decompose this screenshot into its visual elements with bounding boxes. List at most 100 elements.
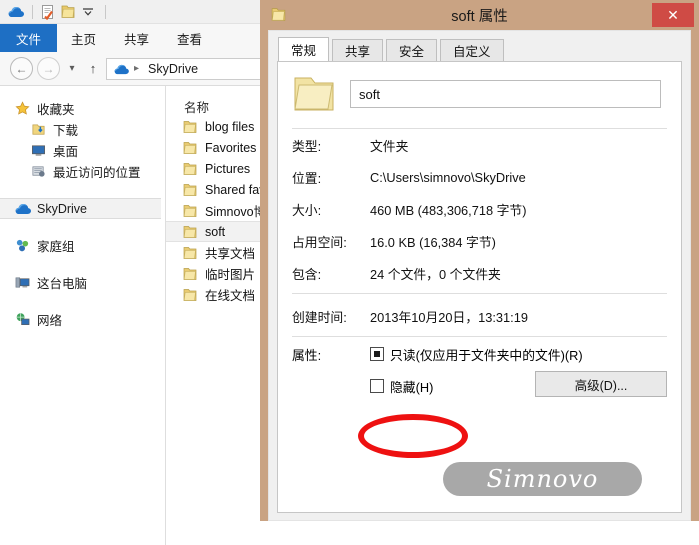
field-label: 位置: xyxy=(292,170,322,186)
field-value: 460 MB (483,306,718 字节) xyxy=(370,202,527,218)
field-contains: 包含: 24 个文件，0 个文件夹 xyxy=(278,257,681,289)
sidebar-label: 下载 xyxy=(53,124,79,138)
watermark: Simnovo xyxy=(443,462,642,496)
navigation-pane: 收藏夹 下载 桌面 最近访问的位置 SkyDrive 家庭组 这台电脑 网络 xyxy=(0,86,166,545)
computer-icon xyxy=(14,275,31,291)
tab-security[interactable]: 安全 xyxy=(386,39,438,62)
divider-2 xyxy=(292,293,667,294)
sidebar-label: SkyDrive xyxy=(37,201,88,216)
dialog-body: 常规 共享 安全 自定义 soft 类型: 文件夹 位置: C:\Users\s… xyxy=(268,30,691,521)
list-item-name: soft xyxy=(205,224,226,239)
folder-icon xyxy=(182,161,198,177)
ribbon-tab-home[interactable]: 主页 xyxy=(57,24,110,52)
dialog-title: soft 属性 xyxy=(451,8,508,25)
forward-arrow-icon[interactable]: → xyxy=(37,57,60,80)
back-arrow-icon[interactable]: ← xyxy=(10,57,33,80)
sidebar-item-recent-places[interactable]: 最近访问的位置 xyxy=(0,161,165,182)
field-label: 创建时间: xyxy=(292,309,347,325)
readonly-label: 只读(仅应用于文件夹中的文件)(R) xyxy=(390,348,583,363)
sidebar-item-homegroup[interactable]: 家庭组 xyxy=(0,235,165,256)
field-label: 大小: xyxy=(292,202,322,218)
properties-icon[interactable] xyxy=(39,3,57,21)
folder-icon xyxy=(182,182,198,198)
sidebar-item-skydrive[interactable]: SkyDrive xyxy=(0,198,161,219)
advanced-button[interactable]: 高级(D)... xyxy=(535,371,667,397)
tab-customize[interactable]: 自定义 xyxy=(440,39,504,62)
sidebar-item-desktop[interactable]: 桌面 xyxy=(0,140,165,161)
folder-name-input[interactable]: soft xyxy=(350,80,661,108)
homegroup-icon xyxy=(14,238,31,254)
sidebar-item-this-pc[interactable]: 这台电脑 xyxy=(0,272,165,293)
attributes-label: 属性: xyxy=(292,348,322,363)
list-item-name: blog files xyxy=(205,119,255,134)
field-value: 2013年10月20日，13:31:19 xyxy=(370,309,528,325)
cloud-icon xyxy=(114,64,129,74)
tab-general[interactable]: 常规 xyxy=(278,37,330,62)
sidebar-item-favorites[interactable]: 收藏夹 xyxy=(0,98,165,119)
list-item-name: 临时图片 xyxy=(205,268,256,282)
folder-icon xyxy=(182,266,198,282)
folder-icon xyxy=(182,224,198,240)
readonly-checkbox[interactable] xyxy=(370,347,384,361)
field-value: 24 个文件，0 个文件夹 xyxy=(370,266,501,282)
large-folder-icon xyxy=(292,74,336,114)
folder-icon xyxy=(182,140,198,156)
field-size-on-disk: 占用空间: 16.0 KB (16,384 字节) xyxy=(278,225,681,257)
hidden-label: 隐藏(H) xyxy=(390,380,434,395)
folder-icon xyxy=(270,6,287,23)
cloud-icon xyxy=(14,201,31,217)
sidebar-label: 家庭组 xyxy=(37,240,75,254)
star-icon xyxy=(14,101,31,117)
folder-icon xyxy=(182,203,198,219)
field-size: 大小: 460 MB (483,306,718 字节) xyxy=(278,193,681,225)
list-item-name: Pictures xyxy=(205,161,251,176)
ribbon-tab-view[interactable]: 查看 xyxy=(163,24,216,52)
field-value: C:\Users\simnovo\SkyDrive xyxy=(370,169,526,185)
ribbon-tab-file[interactable]: 文件 xyxy=(0,24,58,52)
tab-sharing[interactable]: 共享 xyxy=(332,39,384,62)
attribute-readonly-row: 属性: 只读(仅应用于文件夹中的文件)(R) xyxy=(292,345,681,373)
field-type: 类型: 文件夹 xyxy=(278,129,681,161)
folder-icon xyxy=(182,119,198,135)
breadcrumb-skydrive[interactable]: SkyDrive xyxy=(148,62,198,76)
sidebar-gap-4 xyxy=(0,293,165,309)
downloads-icon xyxy=(30,122,47,138)
up-arrow-icon[interactable]: ↑ xyxy=(84,59,102,79)
annotation-highlight-ellipse xyxy=(358,414,468,458)
dialog-tab-strip: 常规 共享 安全 自定义 xyxy=(278,37,507,62)
dialog-titlebar[interactable]: soft 属性 ✕ xyxy=(260,0,699,30)
field-label: 包含: xyxy=(292,266,322,282)
folder-icon[interactable] xyxy=(59,3,77,21)
list-item-name: Favorites xyxy=(205,140,257,155)
field-value: 16.0 KB (16,384 字节) xyxy=(370,234,496,250)
toolbar-divider xyxy=(32,4,33,19)
sidebar-item-network[interactable]: 网络 xyxy=(0,309,165,330)
hidden-checkbox[interactable] xyxy=(370,379,384,393)
field-value: 文件夹 xyxy=(370,138,409,154)
folder-icon xyxy=(182,245,198,261)
field-label: 占用空间: xyxy=(292,234,347,250)
close-icon[interactable]: ✕ xyxy=(652,3,694,27)
history-chevron-down-icon[interactable]: ▾ xyxy=(64,59,80,79)
sidebar-gap-2 xyxy=(0,219,165,235)
folder-icon xyxy=(182,287,198,303)
recent-places-icon xyxy=(30,164,47,180)
list-item-name: 在线文档 xyxy=(205,289,256,303)
sidebar-item-downloads[interactable]: 下载 xyxy=(0,119,165,140)
cloud-icon[interactable] xyxy=(6,3,24,21)
sidebar-label: 这台电脑 xyxy=(37,277,88,291)
attributes-block: 属性: 只读(仅应用于文件夹中的文件)(R) 隐藏(H) 高级(D)... xyxy=(278,337,681,403)
folder-name-row: soft xyxy=(278,62,681,124)
field-created: 创建时间: 2013年10月20日，13:31:19 xyxy=(278,300,681,332)
ribbon-tab-share[interactable]: 共享 xyxy=(110,24,163,52)
network-icon xyxy=(14,312,31,328)
sidebar-gap-1 xyxy=(0,182,165,198)
sidebar-label: 网络 xyxy=(37,314,63,328)
sidebar-label: 收藏夹 xyxy=(37,103,75,117)
general-tab-page: soft 类型: 文件夹 位置: C:\Users\simnovo\SkyDri… xyxy=(277,61,682,513)
sidebar-gap-3 xyxy=(0,256,165,272)
toolbar-divider-2 xyxy=(105,4,106,19)
sidebar-label: 最近访问的位置 xyxy=(53,166,141,180)
field-location: 位置: C:\Users\simnovo\SkyDrive xyxy=(278,161,681,193)
chevron-down-icon[interactable] xyxy=(79,3,97,21)
